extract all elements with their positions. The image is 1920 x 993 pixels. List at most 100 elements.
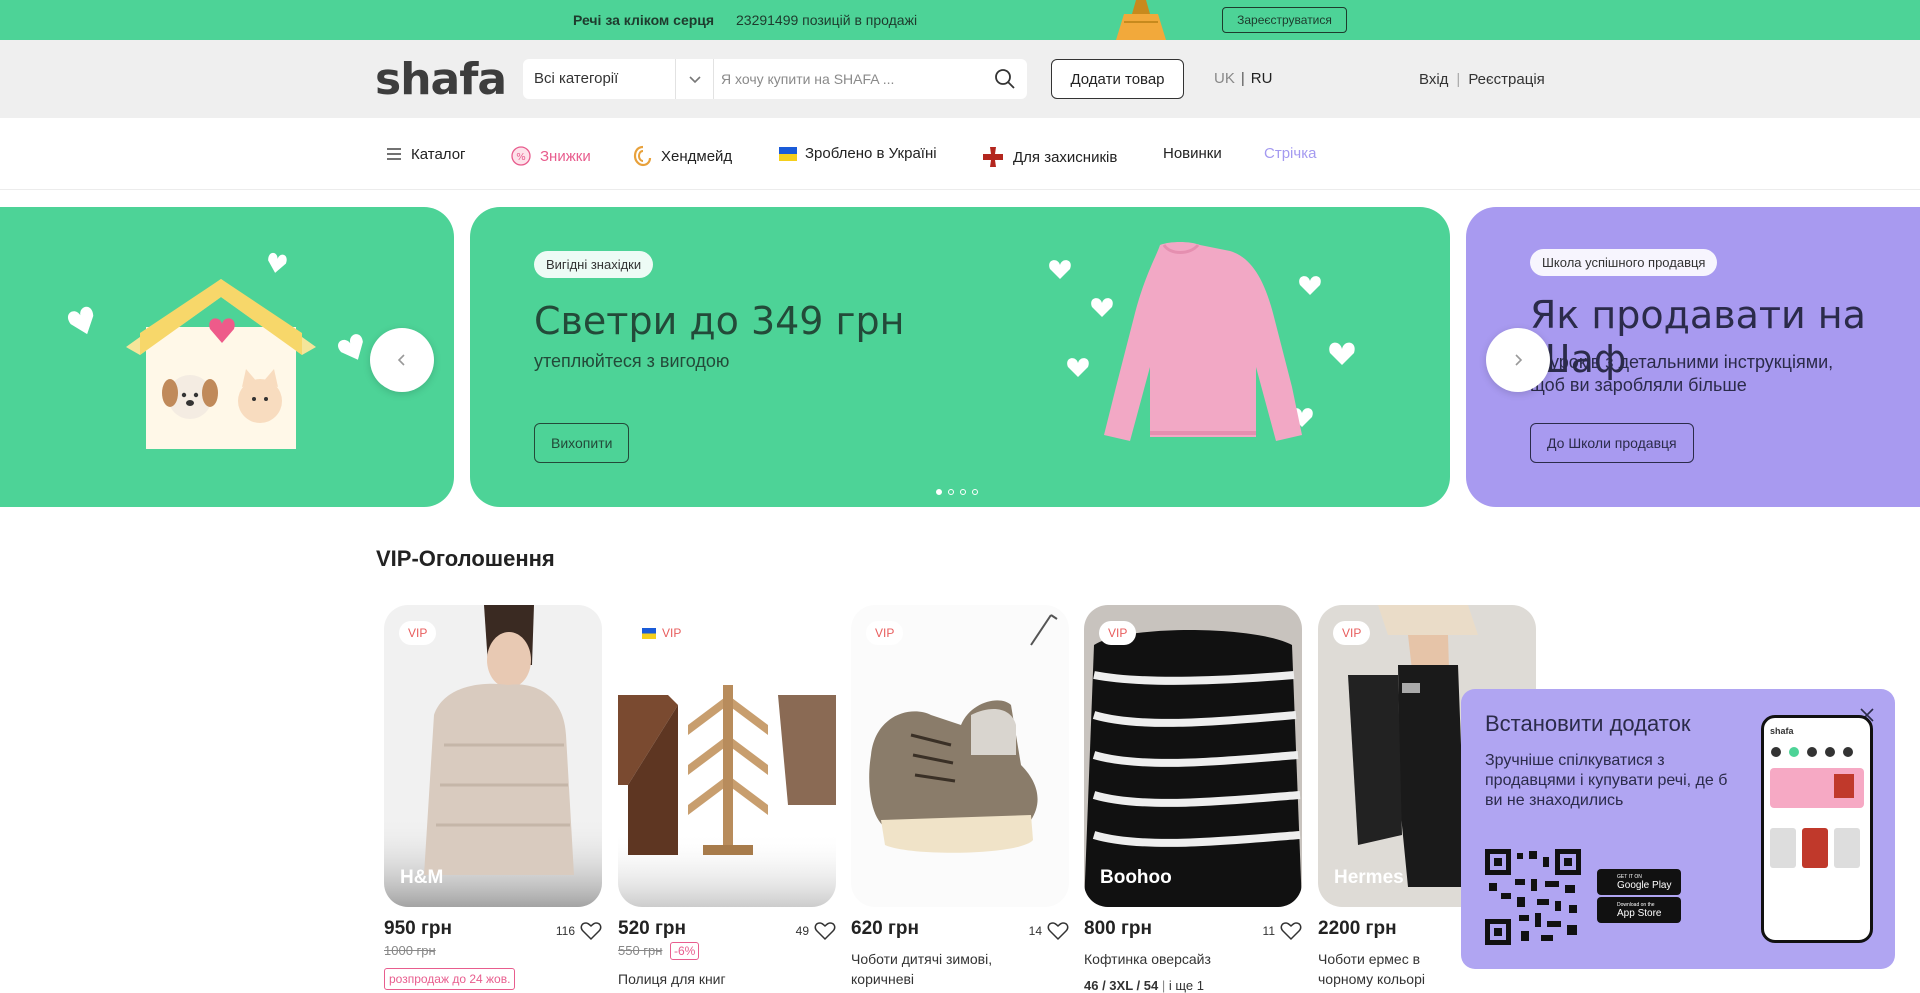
bookshelf-photo xyxy=(618,605,836,907)
popup-title: Встановити додаток xyxy=(1485,711,1691,736)
register-button[interactable]: Зареєструватися xyxy=(1222,7,1347,33)
main-nav: Каталог % Знижки Хендмейд Зроблено в Укр… xyxy=(0,118,1920,190)
google-play-label: Google Play xyxy=(1617,879,1672,891)
divider: | xyxy=(1240,70,1245,87)
search-input[interactable] xyxy=(721,65,981,93)
heart-icon[interactable] xyxy=(1280,921,1302,941)
menu-icon xyxy=(387,148,401,160)
vip-section-title: VIP-Оголошення xyxy=(376,546,555,571)
nav-defenders-label: Для захисників xyxy=(1013,148,1118,166)
product-title[interactable]: Кофтинка оверсайз xyxy=(1084,949,1284,969)
product-price: 520 грн xyxy=(618,918,686,939)
likes-count[interactable]: 49 xyxy=(796,921,836,941)
signup-link[interactable]: Реєстрація xyxy=(1468,71,1544,88)
product-card[interactable]: VIP 520 грн 49 550 грн -6% Полиця для кн… xyxy=(618,605,836,987)
nav-defenders[interactable]: Для захисників xyxy=(981,145,1117,169)
product-price: 2200 грн xyxy=(1318,918,1397,939)
likes-number: 49 xyxy=(795,924,809,938)
handmade-icon xyxy=(633,145,652,167)
likes-count[interactable]: 116 xyxy=(556,921,602,941)
install-app-popup: Встановити додаток Зручніше спілкуватися… xyxy=(1461,689,1895,969)
nav-feed[interactable]: Стрічка xyxy=(1264,145,1316,162)
discount-badge-icon: % xyxy=(511,146,531,166)
carousel-prev-button[interactable] xyxy=(370,328,434,392)
popup-description: Зручніше спілкуватися з продавцями і куп… xyxy=(1485,752,1728,809)
ukraine-flag-icon xyxy=(779,146,797,161)
product-title[interactable]: Чоботи дитячі зимові, коричневі xyxy=(851,949,1051,989)
product-card[interactable]: VIP Boohoo 800 грн 11 Кофтинка оверсайз … xyxy=(1084,605,1302,993)
nav-catalog[interactable]: Каталог xyxy=(385,145,466,163)
sale-tag: розпродаж до 24 жов. xyxy=(384,968,516,990)
carousel-dot[interactable] xyxy=(948,489,954,495)
product-image[interactable]: VIP Boohoo xyxy=(1084,605,1302,907)
nav-made-in-ukraine[interactable]: Зроблено в Україні xyxy=(779,145,937,162)
add-item-button[interactable]: Додати товар xyxy=(1051,59,1184,99)
login-link[interactable]: Вхід xyxy=(1419,71,1448,88)
banner-cta-button[interactable]: До Школи продавця xyxy=(1530,423,1694,463)
vip-badge: VIP xyxy=(866,621,904,645)
nav-handmade-label: Хендмейд xyxy=(661,147,733,165)
divider xyxy=(713,59,714,99)
phone-screen-illustration xyxy=(1770,747,1864,868)
carousel-next-button[interactable] xyxy=(1486,328,1550,392)
lang-uk[interactable]: UK xyxy=(1214,70,1235,87)
chevron-left-icon xyxy=(397,354,405,366)
product-price: 800 грн xyxy=(1084,918,1152,939)
banner-pill: Школа успішного продавця xyxy=(1530,249,1718,276)
vip-badge-label: VIP xyxy=(662,626,682,640)
likes-count[interactable]: 11 xyxy=(1263,921,1302,941)
banner-cta-button[interactable]: Вихопити xyxy=(534,423,630,463)
category-select[interactable]: Всі категорії xyxy=(534,70,618,87)
chevron-down-icon[interactable] xyxy=(683,67,707,91)
ukraine-flag-icon xyxy=(642,627,656,639)
vip-badge: VIP xyxy=(1333,621,1371,645)
nav-discounts[interactable]: % Знижки xyxy=(510,145,591,167)
likes-count[interactable]: 14 xyxy=(1029,921,1069,941)
carousel-dot[interactable] xyxy=(972,489,978,495)
app-store-button[interactable]: Download on the App Store xyxy=(1597,897,1681,923)
chevron-right-icon xyxy=(1515,354,1523,366)
divider: | xyxy=(1456,71,1461,88)
product-card[interactable]: VIP 620 грн 14 Чоботи дитячі зимові, кор… xyxy=(851,605,1069,987)
product-title[interactable]: Полиця для книг xyxy=(618,969,818,989)
product-brand: H&M xyxy=(400,867,444,888)
search-bar: Всі категорії xyxy=(523,59,1027,99)
banner-subtitle: щоб ви заробляли більше xyxy=(1530,375,1747,395)
heart-icon[interactable] xyxy=(814,921,836,941)
banner-subtitle: уроків з детальними інструкціями, xyxy=(1550,352,1834,372)
carousel-dot[interactable] xyxy=(936,489,942,495)
language-switcher: UK | RU xyxy=(1214,70,1272,87)
svg-text:%: % xyxy=(516,152,526,163)
product-price: 950 грн xyxy=(384,918,452,939)
product-sizes: 46 / 3XL / 54 | і ще 1 xyxy=(1084,978,1204,993)
lang-ru[interactable]: RU xyxy=(1251,70,1273,87)
nav-handmade[interactable]: Хендмейд xyxy=(633,145,732,167)
banner-sweaters[interactable]: Вигідні знахідки Светри до 349 грн утепл… xyxy=(470,207,1450,507)
carousel-dots xyxy=(936,489,978,495)
promo-text: Речі за кліком серця xyxy=(573,12,715,28)
divider xyxy=(675,59,676,99)
discount-badge: -6% xyxy=(670,942,700,960)
banner-title: Светри до 349 грн xyxy=(534,299,905,343)
product-title[interactable]: Чоботи ермес в чорному кольорі xyxy=(1318,949,1458,989)
product-image[interactable]: VIP xyxy=(851,605,1069,907)
heart-icon[interactable] xyxy=(1047,921,1069,941)
heart-icon[interactable] xyxy=(580,921,602,941)
nav-new[interactable]: Новинки xyxy=(1163,145,1222,162)
product-brand: Boohoo xyxy=(1100,867,1172,888)
sizes-more: і ще 1 xyxy=(1168,978,1204,993)
product-old-price: 1000 грн xyxy=(384,943,436,958)
product-image[interactable]: VIP H&M xyxy=(384,605,602,907)
search-icon[interactable] xyxy=(993,67,1017,91)
listing-count: 23291499 позицій в продажі xyxy=(736,12,918,28)
site-header: shafa Всі категорії Додати товар UK | RU В… xyxy=(0,40,1920,118)
carousel-dot[interactable] xyxy=(960,489,966,495)
product-card[interactable]: VIP H&M 950 грн 116 1000 грн розпродаж д… xyxy=(384,605,602,990)
google-play-button[interactable]: GET IT ON Google Play xyxy=(1597,869,1681,895)
product-image[interactable]: VIP xyxy=(618,605,836,907)
shafa-logo[interactable]: shafa xyxy=(375,54,507,105)
banner-subtitle: утеплюйтеся з вигодою xyxy=(534,351,730,371)
nav-catalog-label: Каталог xyxy=(411,145,466,163)
broom-decoration-icon xyxy=(1116,0,1166,40)
likes-number: 11 xyxy=(1262,924,1275,938)
